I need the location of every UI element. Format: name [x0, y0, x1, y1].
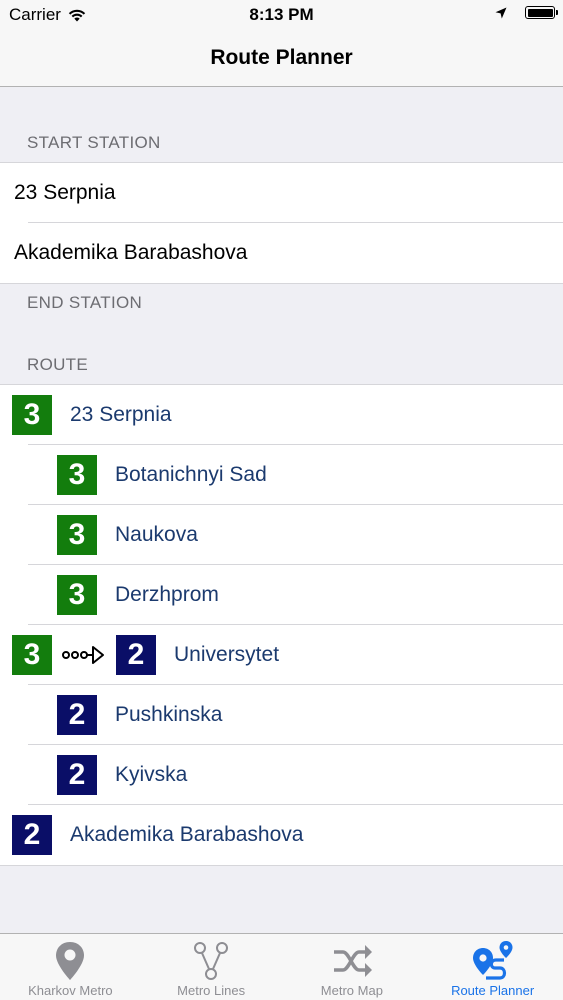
route-station-name: 23 Serpnia [70, 403, 172, 426]
line-badge: 3 [57, 575, 97, 615]
line-badge: 2 [12, 815, 52, 855]
tab-label: Route Planner [451, 983, 535, 998]
route-step: 3 Derzhprom [0, 565, 563, 625]
status-time: 8:13 PM [249, 5, 314, 24]
route-station-name: Akademika Barabashova [70, 823, 304, 846]
tab-label: Metro Map [320, 983, 383, 998]
end-station-header: END STATION [27, 293, 143, 312]
route-header: ROUTE [27, 355, 88, 374]
tab-label: Kharkov Metro [28, 983, 113, 998]
line-badge: 3 [57, 455, 97, 495]
start-station-header: START STATION [27, 133, 161, 152]
start-station-option[interactable]: Akademika Barabashova [0, 223, 563, 283]
tab-route-planner[interactable]: Route Planner [422, 934, 563, 1000]
line-badge: 3 [12, 395, 52, 435]
route-step: 2 Pushkinska [0, 685, 563, 745]
station-label: Akademika Barabashova [14, 241, 248, 264]
tab-bar: Kharkov Metro Metro Lines Metro Map Rout… [0, 933, 563, 1000]
shuffle-icon [333, 945, 372, 977]
start-station-option[interactable]: 23 Serpnia [0, 163, 563, 223]
station-label: 23 Serpnia [14, 181, 116, 204]
transfer-arrow-icon [62, 646, 104, 664]
route-step: 2 Akademika Barabashova [0, 805, 563, 865]
navigation-bar: Route Planner [0, 30, 563, 87]
line-badge: 2 [57, 755, 97, 795]
location-arrow-icon [495, 7, 507, 18]
line-badge: 2 [57, 695, 97, 735]
route-step: 3 Botanichnyi Sad [0, 445, 563, 505]
battery-icon [525, 6, 558, 19]
route-station-name: Derzhprom [115, 583, 219, 606]
route-step: 3 23 Serpnia [0, 385, 563, 445]
route-step-transfer: 3 2 Universytet [0, 625, 563, 685]
route-station-name: Botanichnyi Sad [115, 463, 267, 486]
tab-label: Metro Lines [177, 983, 246, 998]
route-station-name: Naukova [115, 523, 198, 546]
location-pin-icon [56, 942, 85, 980]
route-step: 2 Kyivska [0, 745, 563, 805]
tab-metro-map[interactable]: Metro Map [282, 934, 423, 1000]
route-station-name: Kyivska [115, 763, 188, 786]
page-title: Route Planner [210, 46, 353, 69]
line-badge: 3 [57, 515, 97, 555]
route-list: 3 23 Serpnia 3 Botanichnyi Sad 3 Naukova… [0, 384, 563, 866]
tab-metro-lines[interactable]: Metro Lines [141, 934, 282, 1000]
route-step: 3 Naukova [0, 505, 563, 565]
route-planner-icon [472, 941, 513, 980]
line-badge: 3 [12, 635, 52, 675]
tab-kharkov-metro[interactable]: Kharkov Metro [0, 934, 141, 1000]
route-station-name: Universytet [174, 643, 280, 666]
route-station-name: Pushkinska [115, 703, 223, 726]
line-badge: 2 [116, 635, 156, 675]
start-station-list: 23 Serpnia Akademika Barabashova [0, 162, 563, 284]
metro-lines-icon [194, 942, 229, 980]
status-bar: Carrier 8:13 PM [0, 0, 563, 30]
